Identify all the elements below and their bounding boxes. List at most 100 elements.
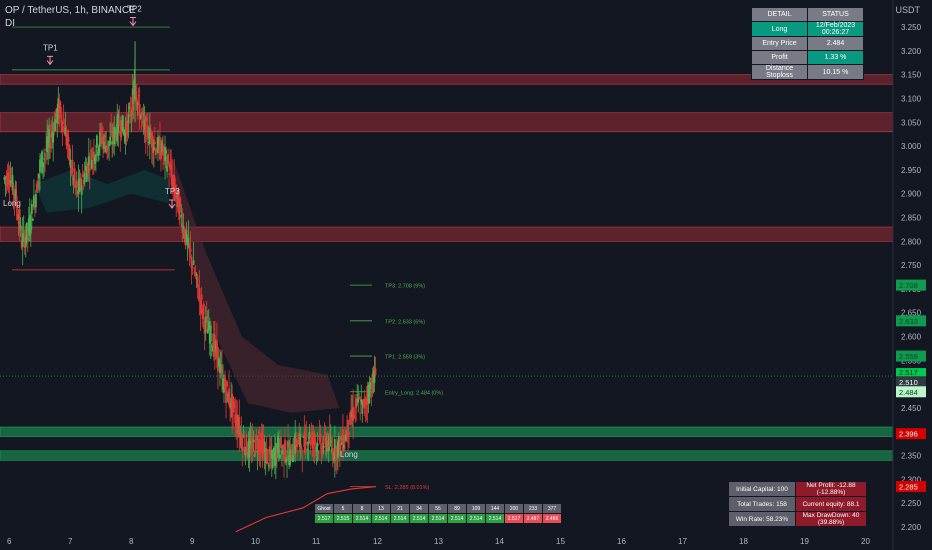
fib-value-cell: 2.514 bbox=[352, 513, 372, 524]
symbol-title[interactable]: OP / TetherUS, 1h, BINANCE bbox=[5, 4, 136, 17]
candle-body bbox=[83, 172, 86, 183]
candle-body bbox=[168, 173, 171, 175]
fib-head-cell: 109 bbox=[466, 503, 486, 514]
long-signal-right: Long bbox=[340, 450, 358, 459]
candle-body bbox=[209, 325, 212, 342]
total-trades: Total Trades: 158 bbox=[728, 496, 796, 512]
stats-table: Initial Capital: 100 Net Profit: -12.88 … bbox=[728, 481, 867, 527]
time-tick: 17 bbox=[678, 537, 687, 546]
time-tick: 12 bbox=[373, 537, 382, 546]
candle-body bbox=[165, 150, 167, 154]
indicator-name[interactable]: DI bbox=[5, 17, 136, 30]
price-tick: 2.900 bbox=[901, 190, 922, 199]
fib-value-cell: 2.517 bbox=[504, 513, 524, 524]
time-tick: 18 bbox=[739, 537, 748, 546]
candle-body bbox=[109, 136, 112, 145]
price-tick: 2.350 bbox=[901, 452, 922, 461]
support-zone bbox=[0, 426, 894, 437]
price-tick: 2.850 bbox=[901, 214, 922, 223]
candle-body bbox=[308, 431, 311, 439]
fib-head-cell: 233 bbox=[523, 503, 543, 514]
candle-body bbox=[317, 452, 320, 454]
fib-value-cell: 2.487 bbox=[523, 513, 543, 524]
candle-body bbox=[153, 141, 156, 145]
status-row-label: Profit bbox=[751, 50, 808, 65]
badge-mid: 2.510 bbox=[899, 378, 918, 387]
fib-value-cell: 2.514 bbox=[428, 513, 448, 524]
time-tick: 8 bbox=[129, 537, 134, 546]
status-col-status: STATUS bbox=[807, 7, 864, 22]
fib-value-cell: 2.514 bbox=[390, 513, 410, 524]
time-tick: 6 bbox=[7, 537, 12, 546]
tp-arrow-icon bbox=[168, 199, 176, 209]
currency-label: USDT bbox=[895, 5, 921, 15]
fib-value-cell: 2.514 bbox=[466, 513, 486, 524]
price-tick: 3.000 bbox=[901, 142, 922, 151]
price-tick: 2.450 bbox=[901, 404, 922, 413]
badge-last: 2.517 bbox=[899, 368, 918, 377]
current-equity: Current equity: 88.1 bbox=[795, 496, 867, 512]
candle-body bbox=[88, 168, 91, 171]
candle-body bbox=[191, 267, 194, 269]
fib-head-cell: 377 bbox=[542, 503, 562, 514]
tp-arrow-icon bbox=[46, 55, 54, 66]
fib-head-cell: 55 bbox=[428, 503, 448, 514]
status-col-detail: DETAIL bbox=[751, 7, 808, 22]
candle-body bbox=[252, 439, 255, 443]
resistance-zone bbox=[0, 226, 894, 242]
resistance-zone bbox=[0, 112, 894, 133]
candle-body bbox=[359, 412, 362, 414]
badge-tp2: 2.633 bbox=[899, 317, 918, 326]
price-tick: 2.250 bbox=[901, 499, 922, 508]
candle-body bbox=[192, 260, 195, 265]
price-chart[interactable]: TP3: 2.708 (9%) TP2: 2.633 (6%) TP1: 2.559… bbox=[0, 0, 932, 550]
fib-value-cell: 2.515 bbox=[333, 513, 353, 524]
status-table: DETAIL STATUS Long 12/Feb/2023 00:26:27 … bbox=[751, 7, 864, 80]
price-tick: 2.950 bbox=[901, 166, 922, 175]
badge-tp3: 2.708 bbox=[899, 281, 918, 290]
time-tick: 15 bbox=[556, 537, 565, 546]
price-tick: 3.250 bbox=[901, 23, 922, 32]
candle-body bbox=[319, 433, 322, 443]
candle-body bbox=[316, 443, 319, 447]
level-label: SL: 2.285 (8.01%) bbox=[385, 485, 430, 491]
price-tick: 2.200 bbox=[901, 523, 922, 532]
candle-body bbox=[278, 438, 280, 455]
long-signal-left: Long bbox=[3, 199, 21, 208]
fib-value-cell: 2.514 bbox=[371, 513, 391, 524]
fib-table: Ghost 5 8 13 21 34 55 89 109 144 200 233 377 2.517 2.… bbox=[314, 503, 562, 524]
level-label: TP2: 2.633 (6%) bbox=[385, 319, 425, 325]
candle-body bbox=[301, 456, 304, 458]
candle-body bbox=[31, 218, 34, 221]
candle-body bbox=[189, 248, 192, 252]
candle-body bbox=[195, 273, 198, 276]
time-tick: 19 bbox=[800, 537, 809, 546]
candle-body bbox=[75, 181, 78, 188]
badge-tp1: 2.559 bbox=[899, 352, 918, 361]
candle-body bbox=[73, 168, 76, 182]
fib-head-cell: 200 bbox=[504, 503, 524, 514]
time-tick: 9 bbox=[190, 537, 195, 546]
status-row-label: Distance Stoploss bbox=[751, 64, 808, 80]
fib-head-cell: 5 bbox=[333, 503, 353, 514]
candle-body bbox=[67, 136, 70, 142]
candle-body bbox=[71, 159, 74, 172]
time-tick: 10 bbox=[251, 537, 260, 546]
candle-body bbox=[30, 203, 33, 214]
candle-body bbox=[200, 294, 203, 301]
candle-body bbox=[305, 437, 308, 440]
candle-body bbox=[80, 185, 83, 195]
win-rate: Win Rate: 58.23% bbox=[728, 511, 796, 527]
price-tick: 2.750 bbox=[901, 261, 922, 270]
candle-body bbox=[300, 446, 303, 449]
candle-body bbox=[226, 381, 228, 387]
fib-head-cell: 8 bbox=[352, 503, 372, 514]
candle-body bbox=[241, 436, 244, 451]
price-tick: 2.800 bbox=[901, 237, 922, 246]
candle-body bbox=[22, 229, 25, 231]
fib-value-cell: 2.514 bbox=[409, 513, 429, 524]
badge-red: 2.396 bbox=[899, 430, 918, 439]
status-row-label: Entry Price bbox=[751, 36, 808, 51]
status-row-label: Long bbox=[751, 21, 808, 37]
fib-value-cell: 2.486 bbox=[542, 513, 562, 524]
